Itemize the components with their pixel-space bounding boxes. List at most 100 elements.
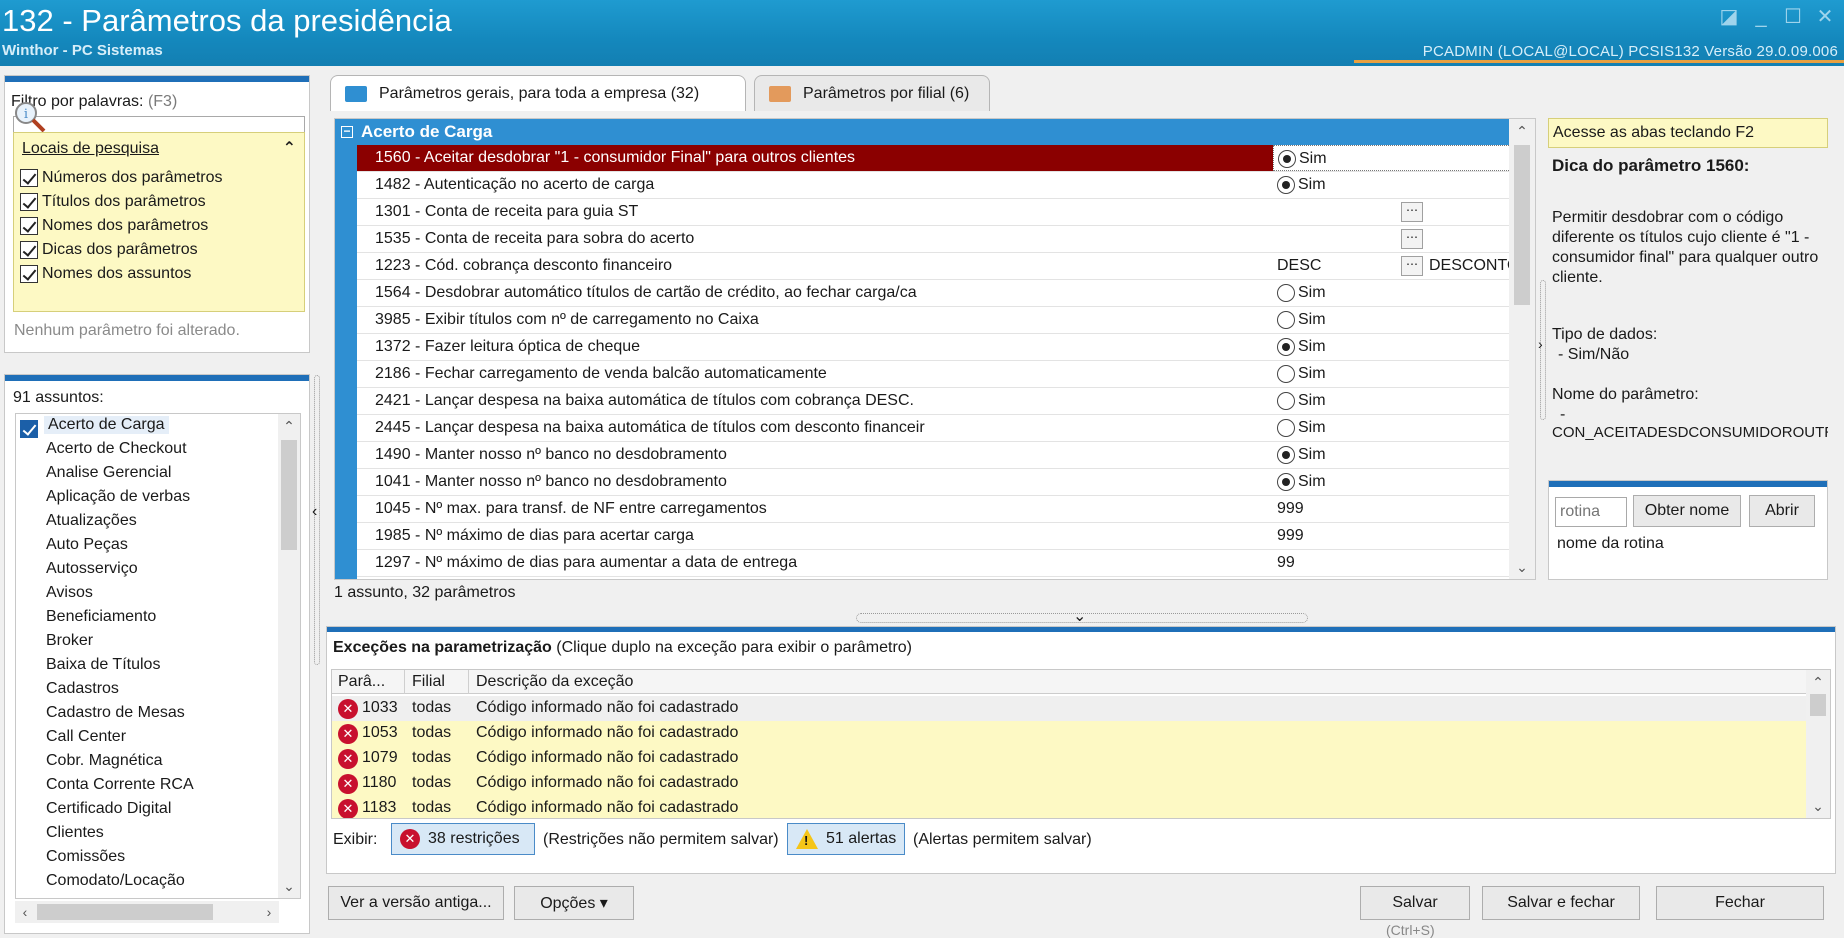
subject-item[interactable]: Call Center [46, 728, 126, 746]
option-sim[interactable]: Sim [1277, 175, 1326, 195]
alerts-toggle[interactable]: 51 alertas [787, 823, 905, 855]
checkbox-checked-icon[interactable] [20, 217, 38, 235]
radio-selected-icon[interactable] [1277, 473, 1295, 491]
parameter-value[interactable]: 999 [1273, 496, 1511, 522]
checkbox-checked-icon[interactable] [20, 169, 38, 187]
checkbox-checked-icon[interactable] [20, 265, 38, 283]
option-titulos[interactable]: Títulos dos parâmetros [20, 191, 206, 213]
parameter-value[interactable]: DESC⋯DESCONTO CONCEDIDO [1273, 253, 1535, 279]
old-version-button[interactable]: Ver a versão antiga... [328, 886, 504, 920]
selected-check-icon[interactable] [20, 420, 38, 438]
scroll-up-icon[interactable]: ⌃ [1512, 121, 1532, 141]
subject-item[interactable]: Avisos [46, 584, 93, 602]
radio-empty-icon[interactable] [1277, 419, 1295, 437]
subject-item[interactable]: Atualizações [46, 512, 137, 530]
parameter-row[interactable]: 2186 - Fechar carregamento de venda balc… [357, 361, 1535, 388]
numeric-value[interactable]: 999 [1277, 523, 1304, 549]
scroll-thumb[interactable] [281, 440, 297, 550]
rotina-input[interactable] [1555, 497, 1627, 527]
scroll-thumb[interactable] [1514, 145, 1530, 305]
parameter-row[interactable]: 2421 - Lançar despesa na baixa automátic… [357, 388, 1535, 415]
radio-selected-icon[interactable] [1277, 176, 1295, 194]
open-button[interactable]: Abrir [1749, 495, 1815, 527]
parameter-row[interactable]: 1564 - Desdobrar automático títulos de c… [357, 280, 1535, 307]
parameter-row[interactable]: 1041 - Manter nosso nº banco no desdobra… [357, 469, 1535, 496]
tip-splitter[interactable]: › [1536, 280, 1548, 420]
close-icon[interactable]: ✕ [1814, 6, 1836, 28]
subject-item[interactable]: Auto Peças [46, 536, 128, 554]
subject-item[interactable]: Clientes [46, 824, 104, 842]
lookup-button-icon[interactable]: ⋯ [1401, 229, 1423, 249]
parameter-row[interactable]: 1560 - Aceitar desdobrar "1 - consumidor… [357, 145, 1535, 172]
scroll-down-icon[interactable]: ⌄ [1512, 557, 1532, 577]
subject-item[interactable]: Acerto de Checkout [46, 440, 187, 458]
option-sim[interactable]: Sim [1277, 364, 1326, 384]
scroll-right-icon[interactable]: › [259, 902, 279, 922]
parameter-row[interactable]: 3985 - Exibir títulos com nº de carregam… [357, 307, 1535, 334]
option-sim[interactable]: Sim [1277, 283, 1326, 303]
parameter-row[interactable]: 1223 - Cód. cobrança desconto financeiro… [357, 253, 1535, 280]
exception-row[interactable]: ✕ 1183 todas Código informado não foi cadas… [332, 796, 1806, 818]
subject-item[interactable]: Autosserviço [46, 560, 138, 578]
option-assuntos[interactable]: Nomes dos assuntos [20, 263, 191, 285]
save-button[interactable]: Salvar [1360, 886, 1470, 920]
parameter-row[interactable]: 1482 - Autenticação no acerto de carga Si… [357, 172, 1535, 199]
tab-branch[interactable]: Parâmetros por filial (6) [754, 75, 990, 111]
parameter-value[interactable]: Sim [1273, 280, 1511, 306]
grid-scrollbar[interactable]: ⌃ ⌄ [1509, 119, 1535, 579]
parameter-value[interactable]: Sim [1273, 442, 1511, 468]
group-header[interactable]: − Acerto de Carga [335, 119, 1511, 145]
parameter-row[interactable]: 1985 - Nº máximo de dias para acertar ca… [357, 523, 1511, 550]
parameter-value[interactable]: ⋯ [1273, 199, 1511, 225]
exception-row[interactable]: ✕ 1180 todas Código informado não foi cadas… [332, 771, 1806, 796]
radio-empty-icon[interactable] [1277, 392, 1295, 410]
get-name-button[interactable]: Obter nome [1633, 495, 1741, 527]
option-numeros[interactable]: Números dos parâmetros [20, 167, 223, 189]
scroll-up-icon[interactable]: ⌃ [1808, 672, 1828, 692]
numeric-value[interactable]: 99 [1277, 550, 1295, 576]
option-sim[interactable]: Sim [1277, 391, 1326, 411]
parameter-value[interactable]: Sim [1273, 172, 1511, 198]
scroll-left-icon[interactable]: ‹ [15, 902, 35, 922]
col-param[interactable]: Parâ... [338, 673, 385, 691]
subject-item-selected[interactable]: Acerto de Carga [44, 416, 169, 434]
option-sim[interactable]: Sim [1277, 418, 1326, 438]
subject-item[interactable]: Broker [46, 632, 93, 650]
col-filial[interactable]: Filial [412, 673, 445, 691]
subject-item[interactable]: Baixa de Títulos [46, 656, 160, 674]
hscroll-thumb[interactable] [37, 904, 213, 920]
subject-item[interactable]: Aplicação de verbas [46, 488, 190, 506]
lookup-button-icon[interactable]: ⋯ [1401, 256, 1423, 276]
subjects-scrollbar[interactable]: ⌃ ⌄ [278, 414, 300, 898]
scroll-down-icon[interactable]: ⌄ [1808, 796, 1828, 816]
exception-row[interactable]: ✕ 1079 todas Código informado não foi cadas… [332, 746, 1806, 771]
parameter-row[interactable]: 2445 - Lançar despesa na baixa automátic… [357, 415, 1535, 442]
option-sim[interactable]: Sim [1277, 472, 1326, 492]
close-button[interactable]: Fechar [1656, 886, 1824, 920]
lookup-code[interactable]: DESC [1277, 253, 1321, 279]
numeric-value[interactable]: 999 [1277, 496, 1304, 522]
collapse-icon[interactable]: ⌃ [283, 138, 296, 158]
option-sim[interactable]: Sim [1277, 310, 1326, 330]
parameter-value[interactable]: ⋯ [1273, 226, 1511, 252]
subject-item[interactable]: Analise Gerencial [46, 464, 171, 482]
radio-selected-icon[interactable] [1278, 150, 1296, 168]
scroll-thumb[interactable] [1810, 694, 1826, 716]
subject-item[interactable]: Cobr. Magnética [46, 752, 163, 770]
scroll-up-icon[interactable]: ⌃ [279, 416, 299, 436]
left-splitter[interactable]: ‹ [312, 375, 322, 665]
parameter-row[interactable]: 1535 - Conta de receita para sobra do ac… [357, 226, 1511, 253]
subject-item[interactable]: Comodato/Locação [46, 872, 185, 890]
parameter-value[interactable]: Sim [1273, 334, 1511, 360]
option-dicas[interactable]: Dicas dos parâmetros [20, 239, 198, 261]
parameter-value[interactable]: Sim [1273, 361, 1511, 387]
restore-icon[interactable]: ◪ [1718, 6, 1740, 28]
parameter-row[interactable]: 1490 - Manter nosso nº banco no desdobra… [357, 442, 1535, 469]
tab-general[interactable]: Parâmetros gerais, para toda a empresa (… [330, 75, 746, 111]
option-sim[interactable]: Sim [1277, 445, 1326, 465]
collapse-right-icon[interactable]: › [1538, 336, 1543, 352]
maximize-icon[interactable]: ☐ [1782, 6, 1804, 28]
option-nomes[interactable]: Nomes dos parâmetros [20, 215, 208, 237]
radio-empty-icon[interactable] [1277, 365, 1295, 383]
restrictions-toggle[interactable]: ✕ 38 restrições [391, 823, 535, 855]
